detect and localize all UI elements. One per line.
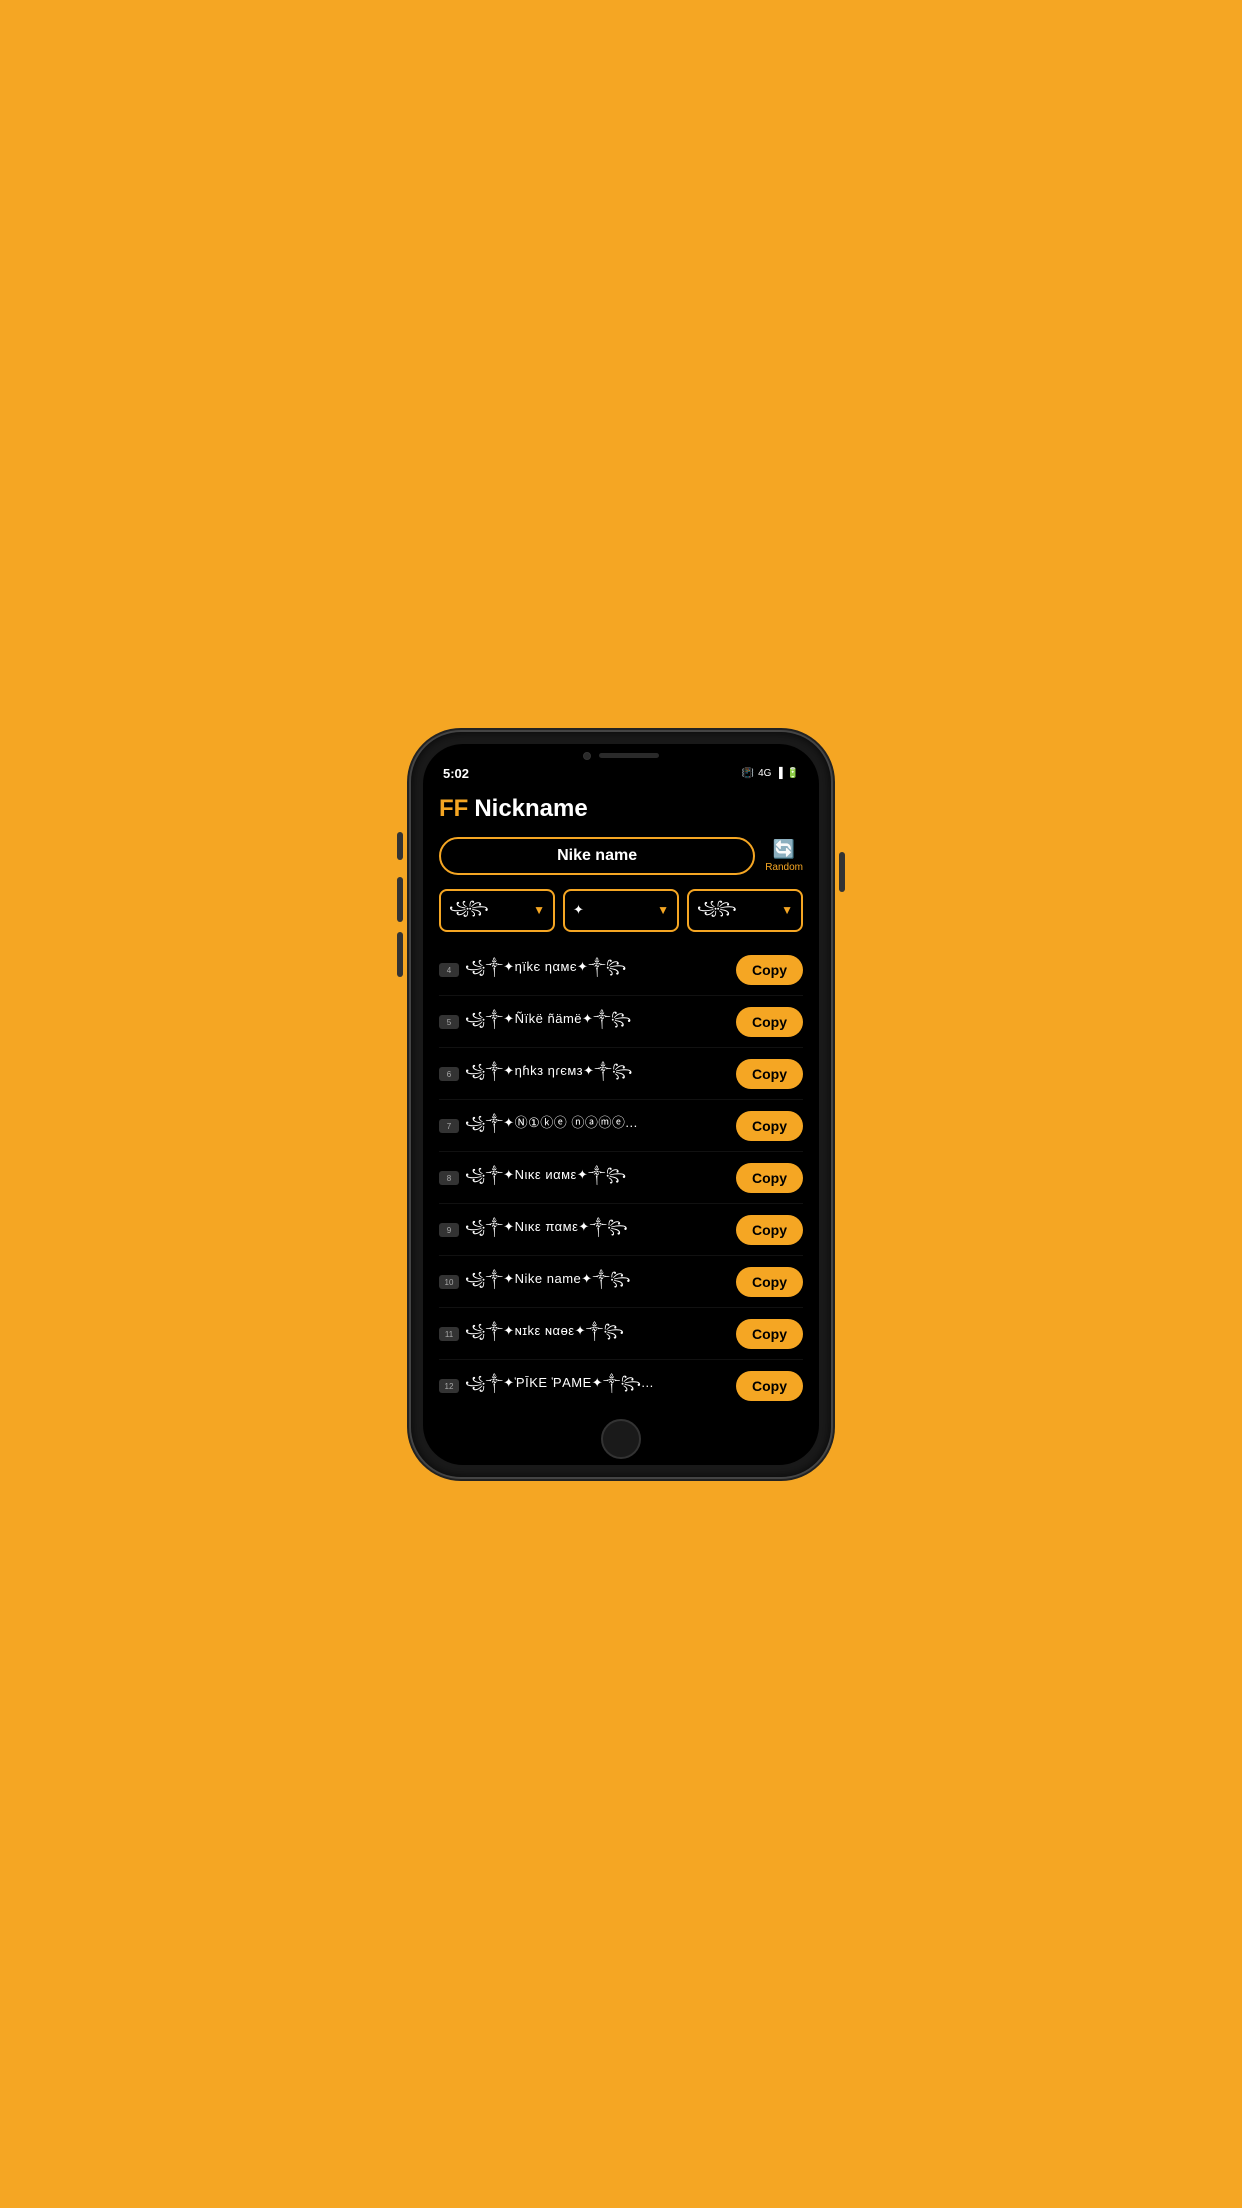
title-text: Nickname: [474, 795, 587, 823]
nickname-row: 5 ꧁༒✦Ñïkë ñämë✦༒꧂ Copy: [439, 998, 803, 1048]
search-input[interactable]: [439, 837, 755, 875]
nickname-row: 7 ꧁༒✦Ⓝ①ⓚⓔ ⓝⓐⓜⓔ... Copy: [439, 1102, 803, 1152]
nickname-row: 10 ꧁༒✦Nike name✦༒꧂ Copy: [439, 1258, 803, 1308]
row-number-5: 9: [439, 1223, 459, 1237]
row-number-0: 4: [439, 963, 459, 977]
status-icons: 📳 4G ▐ 🔋: [742, 768, 799, 779]
nickname-text-4: ꧁༒✦Νικε иαмε✦༒꧂: [465, 1160, 627, 1197]
nickname-text-1: ꧁༒✦Ñïkë ñämë✦༒꧂: [465, 1004, 632, 1041]
search-row: 🔄 Random: [439, 837, 803, 875]
filter-symbol-1: ꧁꧂: [449, 897, 488, 924]
nickname-text-0: ꧁༒✦ηïkє ηαмє✦༒꧂: [465, 952, 627, 989]
filter-dropdown-3[interactable]: ꧁꧂ ▼: [687, 889, 803, 932]
dropdown-arrow-2: ▼: [657, 903, 669, 917]
nickname-text-7: ꧁༒✦ɴɪkε ɴαɵε✦༒꧂: [465, 1316, 624, 1353]
front-camera: [583, 752, 591, 760]
nickname-row: 12 ꧁༒✦ῬĪKΕ ῬAME✦༒꧂... Copy: [439, 1362, 803, 1411]
row-number-8: 12: [439, 1379, 459, 1393]
copy-button-2[interactable]: Copy: [736, 1059, 803, 1089]
volume-up-button: [397, 877, 403, 922]
dropdown-arrow-1: ▼: [533, 903, 545, 917]
row-number-4: 8: [439, 1171, 459, 1185]
copy-button-6[interactable]: Copy: [736, 1267, 803, 1297]
screen-content: FF Nickname 🔄 Random ꧁꧂ ▼ ✦ ▼: [423, 785, 819, 1411]
phone-screen: 5:02 📳 4G ▐ 🔋 FF Nickname 🔄 Random: [423, 744, 819, 1465]
filter-dropdown-1[interactable]: ꧁꧂ ▼: [439, 889, 555, 932]
filter-row: ꧁꧂ ▼ ✦ ▼ ꧁꧂ ▼: [439, 889, 803, 932]
random-icon: 🔄: [773, 839, 795, 860]
random-button[interactable]: 🔄 Random: [765, 839, 803, 873]
nickname-left-5: 9 ꧁༒✦Νικε παмε✦༒꧂: [439, 1212, 728, 1249]
copy-button-7[interactable]: Copy: [736, 1319, 803, 1349]
row-number-1: 5: [439, 1015, 459, 1029]
nickname-left-6: 10 ꧁༒✦Nike name✦༒꧂: [439, 1264, 728, 1301]
nickname-row: 6 ꧁༒✦ηɦkз ηɾємз✦༒꧂ Copy: [439, 1050, 803, 1100]
nickname-row: 11 ꧁༒✦ɴɪkε ɴαɵε✦༒꧂ Copy: [439, 1310, 803, 1360]
nickname-left-8: 12 ꧁༒✦ῬĪKΕ ῬAME✦༒꧂...: [439, 1368, 728, 1405]
nickname-row: 4 ꧁༒✦ηïkє ηαмє✦༒꧂ Copy: [439, 946, 803, 996]
status-bar: 5:02 📳 4G ▐ 🔋: [423, 764, 819, 785]
phone-speaker: [599, 753, 659, 758]
battery-icon: 🔋: [787, 768, 799, 779]
nickname-text-6: ꧁༒✦Nike name✦༒꧂: [465, 1264, 631, 1301]
copy-button-4[interactable]: Copy: [736, 1163, 803, 1193]
nickname-left-2: 6 ꧁༒✦ηɦkз ηɾємз✦༒꧂: [439, 1056, 728, 1093]
nickname-left-7: 11 ꧁༒✦ɴɪkε ɴαɵε✦༒꧂: [439, 1316, 728, 1353]
app-title: FF Nickname: [439, 795, 803, 823]
filter-symbol-3: ꧁꧂: [697, 897, 736, 924]
nickname-text-8: ꧁༒✦ῬĪKΕ ῬAME✦༒꧂...: [465, 1368, 654, 1405]
mute-button: [397, 832, 403, 860]
power-button: [839, 852, 845, 892]
nickname-text-2: ꧁༒✦ηɦkз ηɾємз✦༒꧂: [465, 1056, 633, 1093]
nickname-text-3: ꧁༒✦Ⓝ①ⓚⓔ ⓝⓐⓜⓔ...: [465, 1108, 638, 1145]
phone-frame: 5:02 📳 4G ▐ 🔋 FF Nickname 🔄 Random: [411, 732, 831, 1477]
row-number-7: 11: [439, 1327, 459, 1341]
signal-icon: ▐: [775, 768, 782, 779]
nickname-row: 8 ꧁༒✦Νικε иαмε✦༒꧂ Copy: [439, 1154, 803, 1204]
copy-button-3[interactable]: Copy: [736, 1111, 803, 1141]
nickname-text-5: ꧁༒✦Νικε παмε✦༒꧂: [465, 1212, 628, 1249]
dropdown-arrow-3: ▼: [781, 903, 793, 917]
nickname-left-3: 7 ꧁༒✦Ⓝ①ⓚⓔ ⓝⓐⓜⓔ...: [439, 1108, 728, 1145]
nickname-row: 9 ꧁༒✦Νικε παмε✦༒꧂ Copy: [439, 1206, 803, 1256]
home-button[interactable]: [601, 1419, 641, 1459]
filter-symbol-2: ✦: [573, 902, 583, 918]
row-number-6: 10: [439, 1275, 459, 1289]
row-number-3: 7: [439, 1119, 459, 1133]
filter-dropdown-2[interactable]: ✦ ▼: [563, 889, 679, 932]
phone-notch: [423, 744, 819, 764]
vibrate-icon: 📳: [742, 768, 754, 779]
nickname-left-1: 5 ꧁༒✦Ñïkë ñämë✦༒꧂: [439, 1004, 728, 1041]
copy-button-8[interactable]: Copy: [736, 1371, 803, 1401]
network-icon: 4G: [758, 768, 771, 779]
nickname-list: 4 ꧁༒✦ηïkє ηαмє✦༒꧂ Copy 5 ꧁༒✦Ñïkë ñämë✦༒꧂…: [439, 946, 803, 1411]
nickname-left-4: 8 ꧁༒✦Νικε иαмε✦༒꧂: [439, 1160, 728, 1197]
random-label: Random: [765, 862, 803, 873]
row-number-2: 6: [439, 1067, 459, 1081]
status-time: 5:02: [443, 766, 469, 781]
home-button-area: [423, 1411, 819, 1465]
nickname-left-0: 4 ꧁༒✦ηïkє ηαмє✦༒꧂: [439, 952, 728, 989]
copy-button-0[interactable]: Copy: [736, 955, 803, 985]
copy-button-1[interactable]: Copy: [736, 1007, 803, 1037]
volume-down-button: [397, 932, 403, 977]
title-ff: FF: [439, 795, 468, 823]
copy-button-5[interactable]: Copy: [736, 1215, 803, 1245]
